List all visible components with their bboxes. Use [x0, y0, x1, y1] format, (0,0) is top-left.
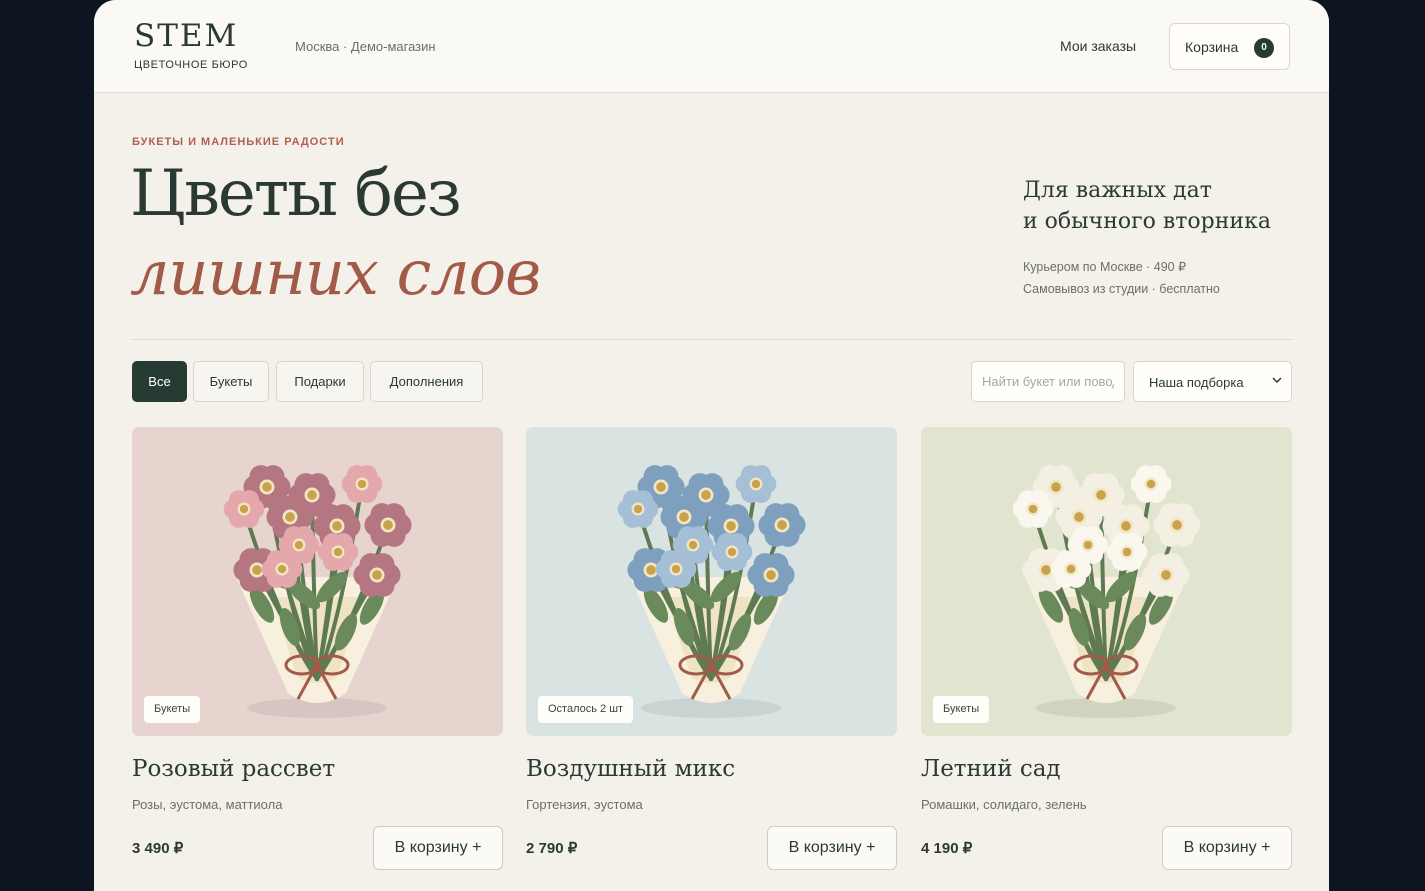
add-to-cart-button[interactable]: В корзину + — [1162, 826, 1292, 870]
add-to-cart-button[interactable]: В корзину + — [767, 826, 897, 870]
delivery-pickup: Самовывоз из студии · бесплатно — [1023, 282, 1220, 296]
filter-bouquets[interactable]: Букеты — [193, 361, 269, 402]
delivery-info: Курьером по Москве · 490 ₽ Самовывоз из … — [1023, 256, 1220, 300]
product-badge: Букеты — [144, 696, 201, 723]
logo-subtitle: ЦВЕТОЧНОЕ БЮРО — [134, 59, 248, 71]
bouquet-illustration — [223, 465, 412, 718]
product-description: Розы, эустома, маттиола — [132, 797, 283, 812]
logo[interactable]: STEM — [134, 18, 238, 54]
my-orders-link[interactable]: Мои заказы — [1060, 38, 1136, 54]
app-window: STEM ЦВЕТОЧНОЕ БЮРО Москва · Демо-магази… — [94, 0, 1329, 891]
product-description: Гортензия, эустома — [526, 797, 643, 812]
cart-label: Корзина — [1185, 39, 1239, 55]
tagline-line1: Для важных дат — [1023, 178, 1212, 203]
hero-title-line1: Цветы без — [130, 157, 462, 231]
product-image[interactable] — [921, 427, 1292, 736]
hero-title-line2: лишних слов — [130, 236, 541, 309]
product-image[interactable] — [526, 427, 897, 736]
product-price: 3 490 ₽ — [132, 840, 184, 857]
bouquet-illustration — [617, 465, 806, 718]
delivery-courier: Курьером по Москве · 490 ₽ — [1023, 260, 1187, 274]
product-title[interactable]: Розовый рассвет — [132, 756, 335, 782]
product-price: 2 790 ₽ — [526, 840, 578, 857]
sort-value: Наша подборка — [1149, 375, 1244, 390]
cart-count-badge: 0 — [1254, 38, 1274, 58]
sort-select[interactable]: Наша подборка — [1133, 361, 1292, 402]
top-bar: STEM ЦВЕТОЧНОЕ БЮРО Москва · Демо-магази… — [94, 0, 1329, 93]
hero-eyebrow: БУКЕТЫ И МАЛЕНЬКИЕ РАДОСТИ — [132, 136, 345, 148]
bouquet-illustration — [1012, 465, 1201, 718]
chevron-down-icon — [1272, 377, 1282, 384]
product-image[interactable] — [132, 427, 503, 736]
filter-addons[interactable]: Дополнения — [370, 361, 483, 402]
product-badge: Букеты — [933, 696, 990, 723]
hero-tagline: Для важных дат и обычного вторника — [1023, 175, 1271, 237]
product-badge: Осталось 2 шт — [538, 696, 634, 723]
product-description: Ромашки, солидаго, зелень — [921, 797, 1087, 812]
location-label: Москва · Демо-магазин — [295, 39, 436, 54]
product-title[interactable]: Летний сад — [921, 756, 1061, 782]
filter-all[interactable]: Все — [132, 361, 187, 402]
tagline-line2: и обычного вторника — [1023, 209, 1271, 234]
product-price: 4 190 ₽ — [921, 840, 973, 857]
cart-button[interactable]: Корзина 0 — [1169, 23, 1290, 70]
search-input[interactable] — [971, 361, 1125, 402]
divider — [132, 339, 1292, 340]
add-to-cart-button[interactable]: В корзину + — [373, 826, 503, 870]
product-title[interactable]: Воздушный микс — [526, 756, 735, 782]
filter-gifts[interactable]: Подарки — [276, 361, 364, 402]
